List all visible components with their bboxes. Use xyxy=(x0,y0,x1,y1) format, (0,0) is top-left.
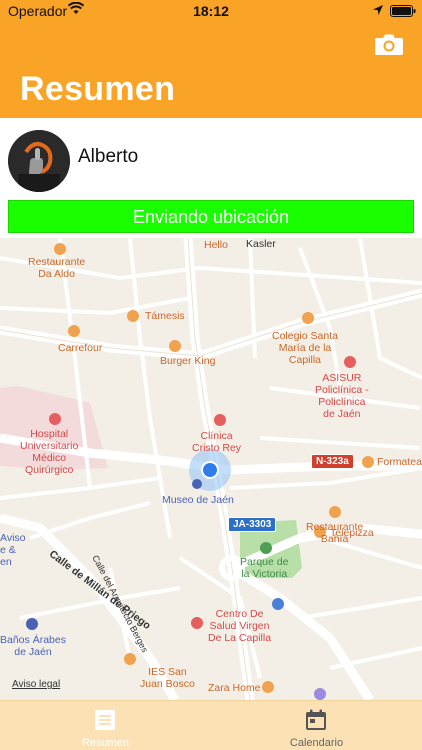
map-view[interactable]: Hello Kasler Restaurante Da Aldo Támesis… xyxy=(0,238,422,700)
map-label-restaurante-da-aldo: Restaurante Da Aldo xyxy=(28,256,86,280)
map-label-partial-left: Aviso e & en xyxy=(0,532,26,568)
app-header: Operador 18:12 Resumen xyxy=(0,0,422,118)
map-label-tamesis: Támesis xyxy=(145,310,185,322)
map-label-centro-salud: Centro De Salud Virgen De La Capilla xyxy=(208,608,272,644)
map-label-hello: Hello xyxy=(204,239,228,251)
page-title: Resumen xyxy=(20,70,176,108)
map-label-ies: IES San Juan Bosco xyxy=(140,666,195,690)
list-icon xyxy=(95,710,115,730)
tab-label-resumen: Resumen xyxy=(81,737,130,749)
calendar-icon xyxy=(306,709,326,730)
map-label-zara-home: Zara Home xyxy=(208,682,261,694)
road-badge-n323a: N-323a xyxy=(311,454,354,469)
location-arrow-icon xyxy=(373,5,383,15)
tab-calendario[interactable]: Calendario xyxy=(211,701,422,750)
map-label-burger-king: Burger King xyxy=(160,355,216,367)
avatar[interactable] xyxy=(8,130,70,192)
tab-bar: Resumen Calendario xyxy=(0,700,422,750)
map-label-hospital: Hospital Universitario Médico Quirúrgico xyxy=(20,428,79,476)
map-label-parque: Parque de la Victoria xyxy=(240,556,289,580)
map-label-kasler: Kasler xyxy=(246,238,276,250)
map-label-asisur: ASISUR Policlínica - Policlínica de Jaén xyxy=(315,372,369,420)
tab-resumen[interactable]: Resumen xyxy=(0,701,211,750)
location-status-banner: Enviando ubicación xyxy=(8,200,414,233)
battery-icon xyxy=(390,5,416,17)
map-label-museo: Museo de Jaén xyxy=(162,494,234,506)
map-label-banos-arabes: Baños Árabes de Jaén xyxy=(0,634,66,658)
tab-label-calendario: Calendario xyxy=(289,737,344,749)
camera-icon[interactable] xyxy=(374,32,404,56)
map-label-colegio: Colegio Santa María de la Capilla xyxy=(272,330,338,366)
map-label-telepizza: Telepizza xyxy=(330,527,374,539)
legal-link[interactable]: Aviso legal xyxy=(12,679,60,690)
profile-row: Alberto xyxy=(0,118,422,198)
map-label-formatea: Formatea xyxy=(377,456,422,468)
road-badge-ja3303: JA-3303 xyxy=(228,517,277,532)
map-label-clinica: Clínica Cristo Rey xyxy=(192,430,242,454)
user-name: Alberto xyxy=(78,146,139,167)
status-bar: Operador 18:12 xyxy=(0,0,422,22)
clock: 18:12 xyxy=(193,3,229,19)
avatar-image xyxy=(8,130,70,192)
map-label-carrefour: Carrefour xyxy=(58,342,103,354)
